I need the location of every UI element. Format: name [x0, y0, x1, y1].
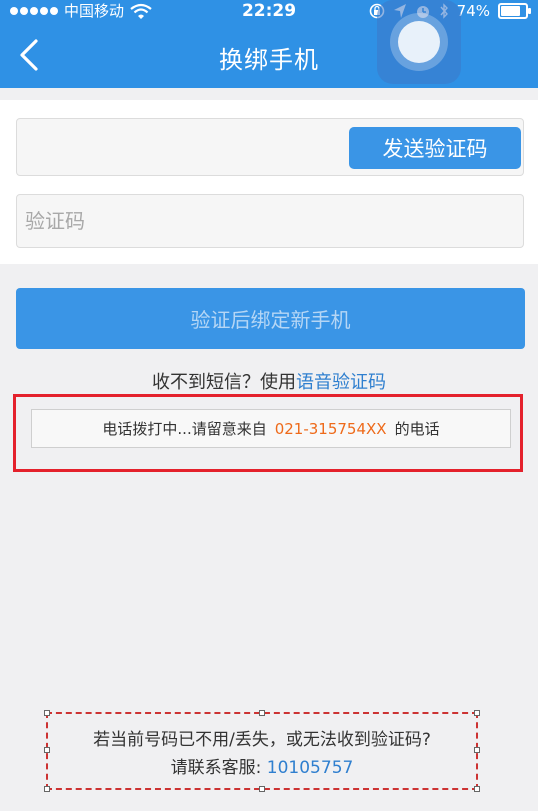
- calling-prefix: 电话拨打中...请留意来自: [102, 420, 267, 438]
- send-code-button[interactable]: 发送验证码: [349, 127, 521, 169]
- code-field-wrapper: [16, 194, 524, 248]
- resize-handle: [259, 710, 265, 716]
- contact-support-text: 若当前号码已不用/丢失，或无法收到验证码? 请联系客服: 10105757: [46, 726, 478, 782]
- no-sms-text: 收不到短信？使用: [152, 372, 296, 393]
- resize-handle: [44, 710, 50, 716]
- resize-handle: [259, 786, 265, 792]
- support-line-2: 请联系客服: 10105757: [46, 754, 478, 782]
- calling-number: 021-315754XX: [274, 419, 387, 438]
- voice-code-link[interactable]: 语音验证码: [296, 372, 386, 393]
- support-label: 请联系客服:: [170, 758, 267, 778]
- calling-suffix: 的电话: [394, 420, 440, 438]
- support-phone-link[interactable]: 10105757: [267, 758, 354, 778]
- resize-handle: [474, 786, 480, 792]
- battery-percentage: 74%: [456, 2, 490, 20]
- navigation-bar: 中国移动 22:29 74% 换绑手机: [0, 0, 538, 88]
- no-sms-hint: 收不到短信？使用语音验证码: [0, 368, 538, 394]
- assistive-touch-icon[interactable]: [377, 0, 461, 84]
- resize-handle: [44, 786, 50, 792]
- verify-bind-button[interactable]: 验证后绑定新手机: [16, 288, 525, 349]
- calling-notice: 电话拨打中...请留意来自 021-315754XX 的电话: [31, 409, 511, 448]
- support-line-1: 若当前号码已不用/丢失，或无法收到验证码?: [93, 730, 431, 750]
- battery-icon: [498, 3, 531, 19]
- verification-code-input[interactable]: [17, 195, 523, 247]
- resize-handle: [474, 710, 480, 716]
